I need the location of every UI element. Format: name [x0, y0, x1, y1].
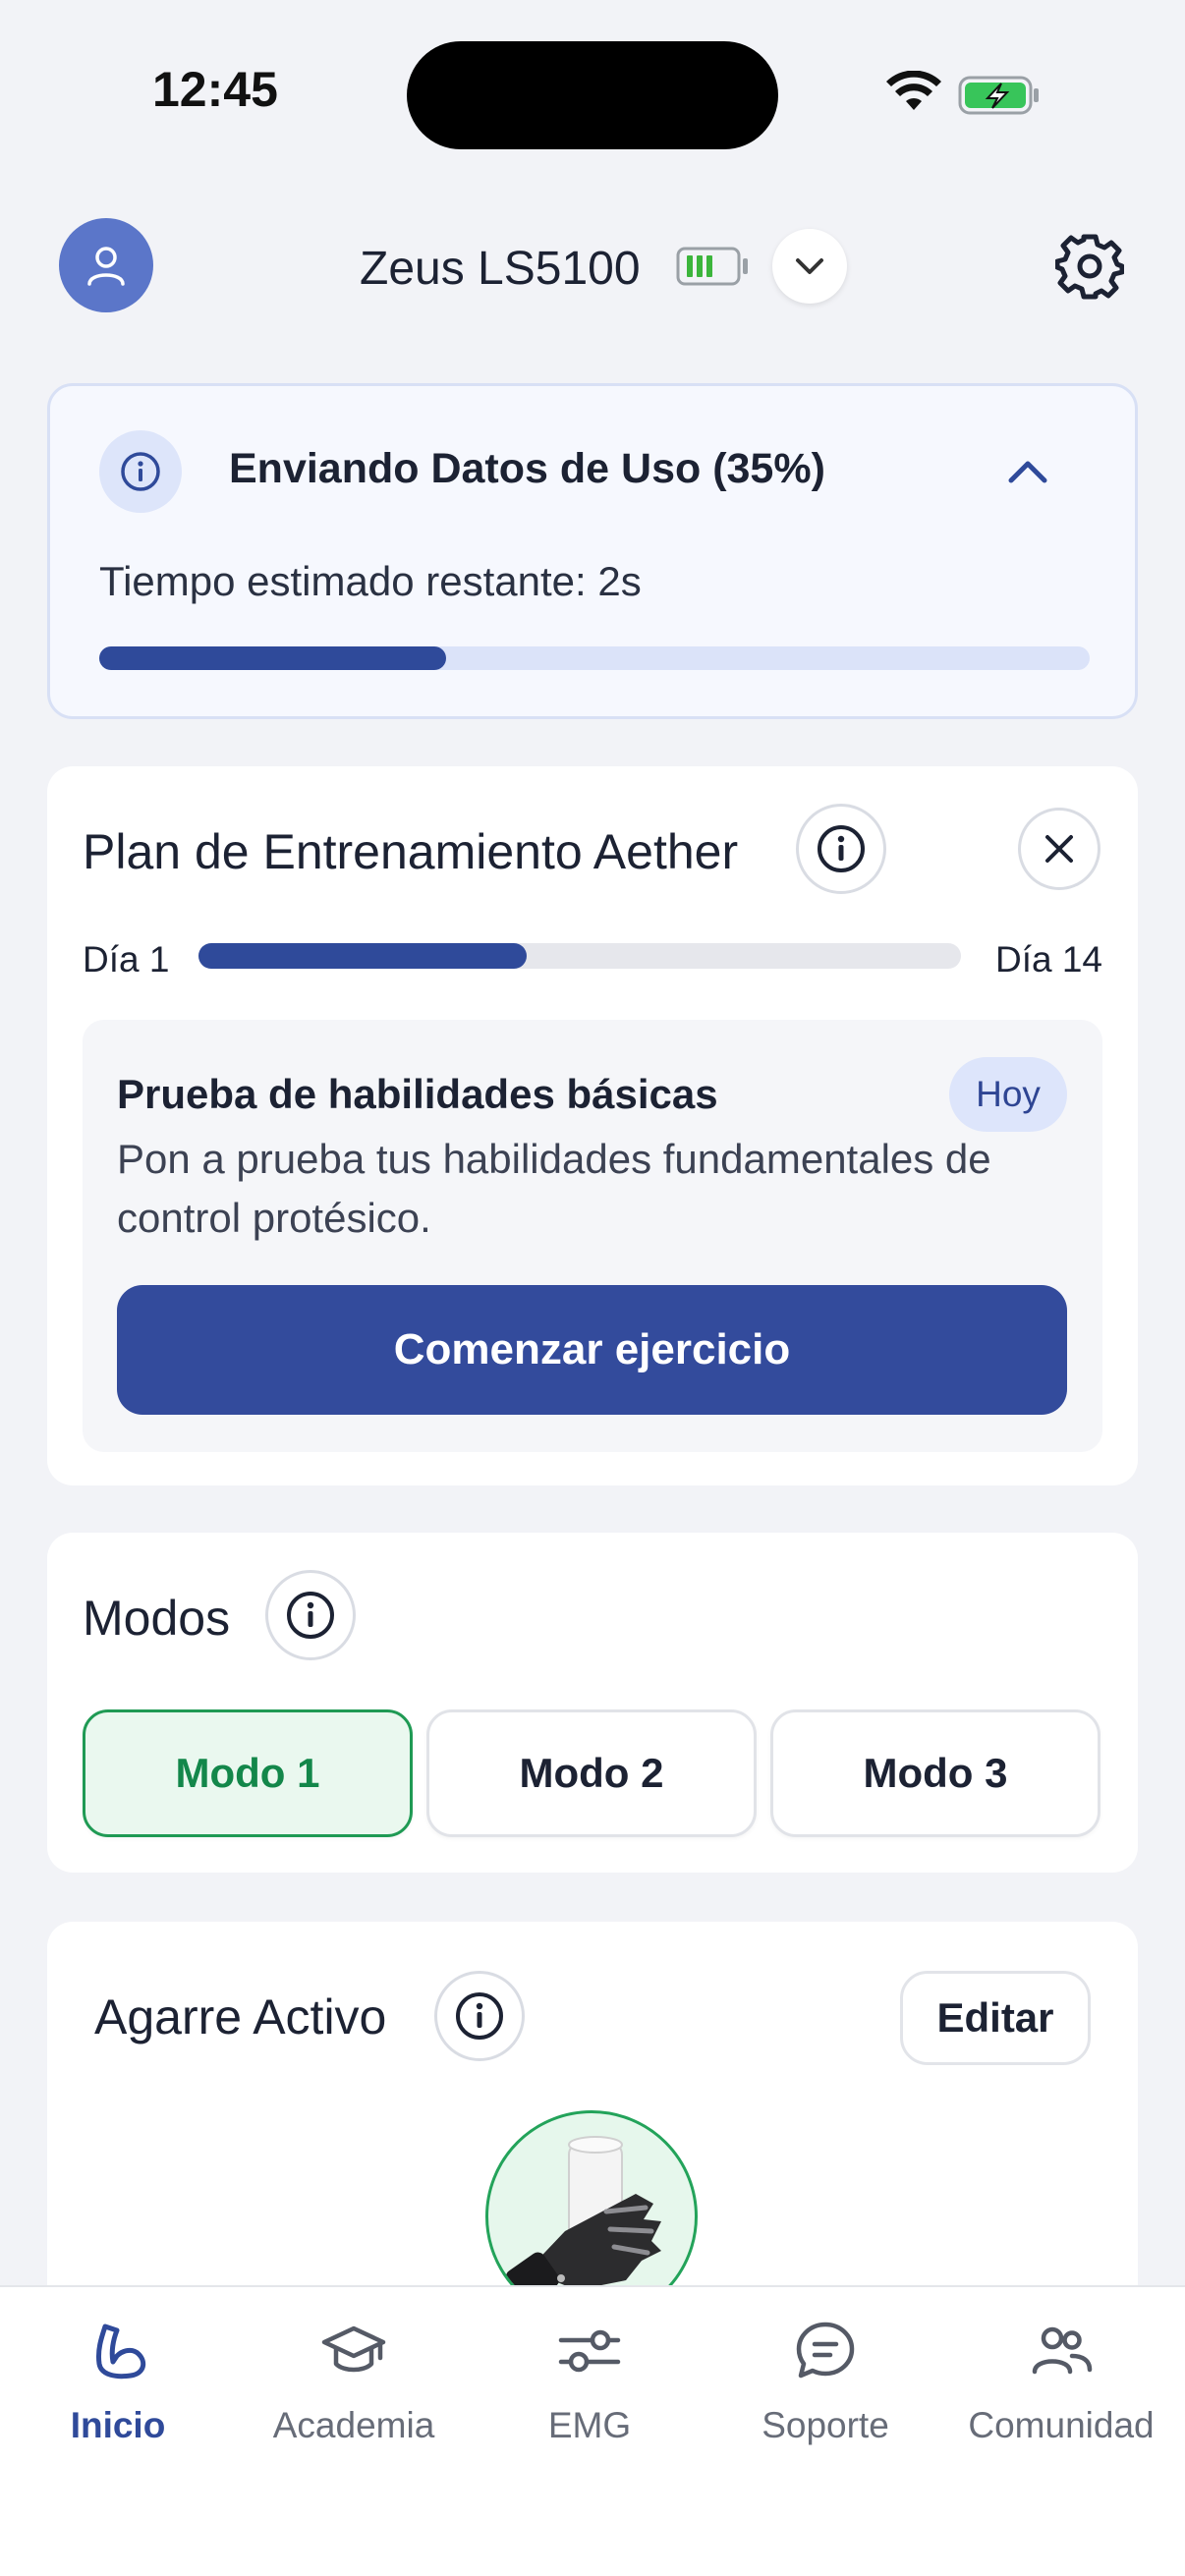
- upload-status-card: Enviando Datos de Uso (35%) Tiempo estim…: [47, 383, 1138, 719]
- settings-gear-icon[interactable]: [1055, 232, 1124, 301]
- user-icon: [87, 247, 125, 286]
- training-info-button[interactable]: [796, 804, 886, 894]
- nav-item-emg[interactable]: EMG: [472, 2317, 707, 2474]
- chat-icon: [796, 2322, 855, 2379]
- people-icon: [1032, 2326, 1093, 2375]
- upload-title: Enviando Datos de Uso (35%): [229, 445, 825, 492]
- mode-2-button[interactable]: Modo 2: [426, 1709, 757, 1837]
- status-time: 12:45: [152, 62, 278, 117]
- dynamic-island: [407, 41, 778, 149]
- upload-progress-fill: [99, 646, 446, 670]
- day-end-label: Día 14: [994, 939, 1102, 980]
- modes-info-button[interactable]: [265, 1570, 356, 1660]
- battery-charging-icon: [958, 76, 1039, 115]
- chevron-down-icon: [796, 258, 823, 274]
- nav-label-academia: Academia: [272, 2405, 435, 2445]
- edit-grip-button[interactable]: Editar: [900, 1971, 1091, 2065]
- day-start-label: Día 1: [83, 939, 170, 980]
- training-title: Plan de Entrenamiento Aether: [83, 824, 739, 879]
- modes-title: Modos: [83, 1591, 231, 1646]
- nav-item-soporte[interactable]: Soporte: [707, 2317, 943, 2474]
- training-plan-card: Plan de Entrenamiento Aether Día 1 Día 1…: [47, 766, 1138, 1485]
- arm-icon: [96, 2324, 146, 2380]
- bottom-nav: Inicio Academia EMG Soporte Comunidad: [0, 2285, 1185, 2576]
- training-progress-bar: [198, 943, 961, 969]
- modes-card: Modos Modo 1 Modo 2 Modo 3: [47, 1533, 1138, 1873]
- profile-avatar-button[interactable]: [59, 218, 153, 312]
- info-icon: [99, 430, 182, 513]
- device-battery-icon: [676, 247, 748, 286]
- start-exercise-button[interactable]: Comenzar ejercicio: [117, 1285, 1067, 1415]
- nav-item-inicio[interactable]: Inicio: [0, 2317, 236, 2474]
- close-icon: [1045, 835, 1073, 863]
- grip-title: Agarre Activo: [94, 1989, 387, 2044]
- upload-eta: Tiempo estimado restante: 2s: [99, 558, 642, 604]
- nav-label-emg: EMG: [547, 2405, 632, 2445]
- device-name[interactable]: Zeus LS5100: [360, 242, 641, 296]
- mode-3-button[interactable]: Modo 3: [770, 1709, 1100, 1837]
- close-training-button[interactable]: [1018, 808, 1100, 890]
- info-icon: [818, 825, 865, 872]
- exercise-title: Prueba de habilidades básicas: [117, 1071, 718, 1117]
- exercise-description: Pon a prueba tus habilidades fundamental…: [117, 1136, 991, 1241]
- grip-info-button[interactable]: [434, 1971, 525, 2061]
- sliders-icon: [558, 2329, 621, 2373]
- home-screen: 12:45 Zeus LS5100 Enviando Datos de Uso …: [0, 0, 1185, 2576]
- mode-1-button[interactable]: Modo 1: [83, 1709, 413, 1837]
- nav-item-academia[interactable]: Academia: [236, 2317, 472, 2474]
- wifi-icon: [886, 71, 941, 110]
- exercise-card: Prueba de habilidades básicas Hoy Pon a …: [83, 1020, 1102, 1452]
- info-icon: [287, 1592, 334, 1639]
- nav-label-comunidad: Comunidad: [968, 2405, 1155, 2445]
- device-dropdown-button[interactable]: [772, 229, 847, 304]
- nav-label-soporte: Soporte: [762, 2405, 889, 2445]
- nav-item-comunidad[interactable]: Comunidad: [943, 2317, 1179, 2474]
- today-badge: Hoy: [949, 1057, 1067, 1132]
- upload-progress-bar: [99, 646, 1090, 670]
- graduation-cap-icon: [321, 2325, 386, 2373]
- chevron-up-icon[interactable]: [1003, 451, 1052, 490]
- training-progress-fill: [198, 943, 527, 969]
- nav-label-inicio: Inicio: [70, 2405, 166, 2445]
- info-icon: [456, 1992, 503, 2040]
